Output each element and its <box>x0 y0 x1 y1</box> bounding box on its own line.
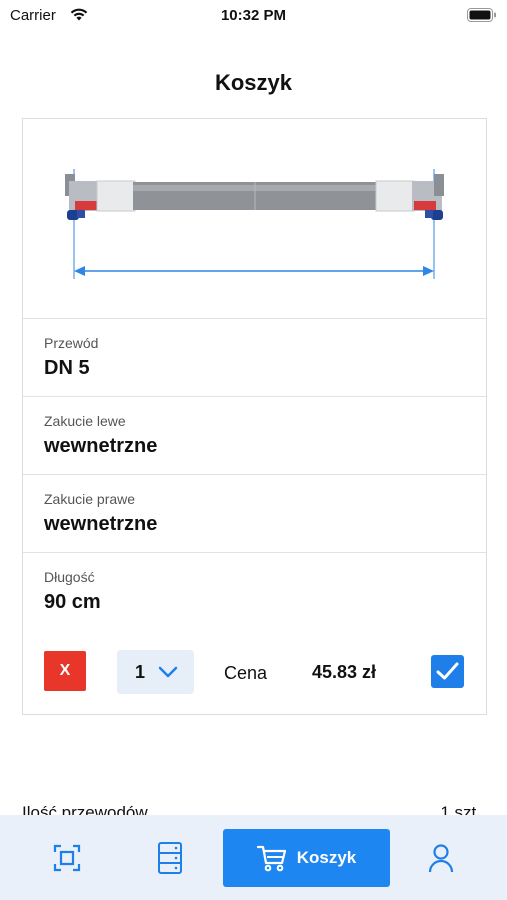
field-przewod: Przewód DN 5 <box>23 319 486 397</box>
field-label: Długość <box>44 569 95 585</box>
tab-cart[interactable]: Koszyk <box>223 829 390 887</box>
cart-item-card: Przewód DN 5 Zakucie lewe wewnetrzne Zak… <box>22 118 487 715</box>
checkmark-icon <box>436 662 459 680</box>
hose-preview <box>23 119 486 319</box>
tab-bar: Koszyk <box>0 815 507 900</box>
price-label: Cena <box>224 663 268 683</box>
field-value: DN 5 <box>44 357 90 379</box>
field-label: Przewód <box>44 335 99 351</box>
field-label: Zakucie prawe <box>44 491 136 507</box>
price-value: 45.83 zł <box>312 662 377 682</box>
hose-diagram <box>65 169 444 279</box>
field-zakucie-prawe: Zakucie prawe wewnetrzne <box>23 475 486 553</box>
battery-icon <box>467 8 496 22</box>
chevron-down-icon <box>158 666 178 678</box>
confirm-checkbox[interactable] <box>431 655 464 688</box>
tab-profile[interactable] <box>414 829 468 887</box>
tab-catalog[interactable] <box>143 829 197 887</box>
field-label: Zakucie lewe <box>44 413 126 429</box>
field-value: wewnetrzne <box>44 435 158 457</box>
status-time: 10:32 PM <box>220 7 287 24</box>
status-bar: Carrier 10:32 PM <box>0 0 507 32</box>
tab-scan[interactable] <box>40 829 94 887</box>
quantity-value: 1 <box>135 661 146 682</box>
field-value: 90 cm <box>44 591 101 613</box>
catalog-icon <box>158 842 182 874</box>
page-title: Koszyk <box>214 70 293 95</box>
field-dlugosc: Długość 90 cm <box>23 553 486 631</box>
quantity-select[interactable]: 1 <box>117 650 194 694</box>
profile-icon <box>428 844 454 873</box>
tab-cart-label: Koszyk <box>296 848 357 867</box>
field-value: wewnetrzne <box>44 513 158 535</box>
field-zakucie-lewe: Zakucie lewe wewnetrzne <box>23 397 486 475</box>
scan-icon <box>53 844 81 872</box>
cart-icon <box>256 845 286 872</box>
remove-item-button[interactable]: X <box>44 651 86 691</box>
